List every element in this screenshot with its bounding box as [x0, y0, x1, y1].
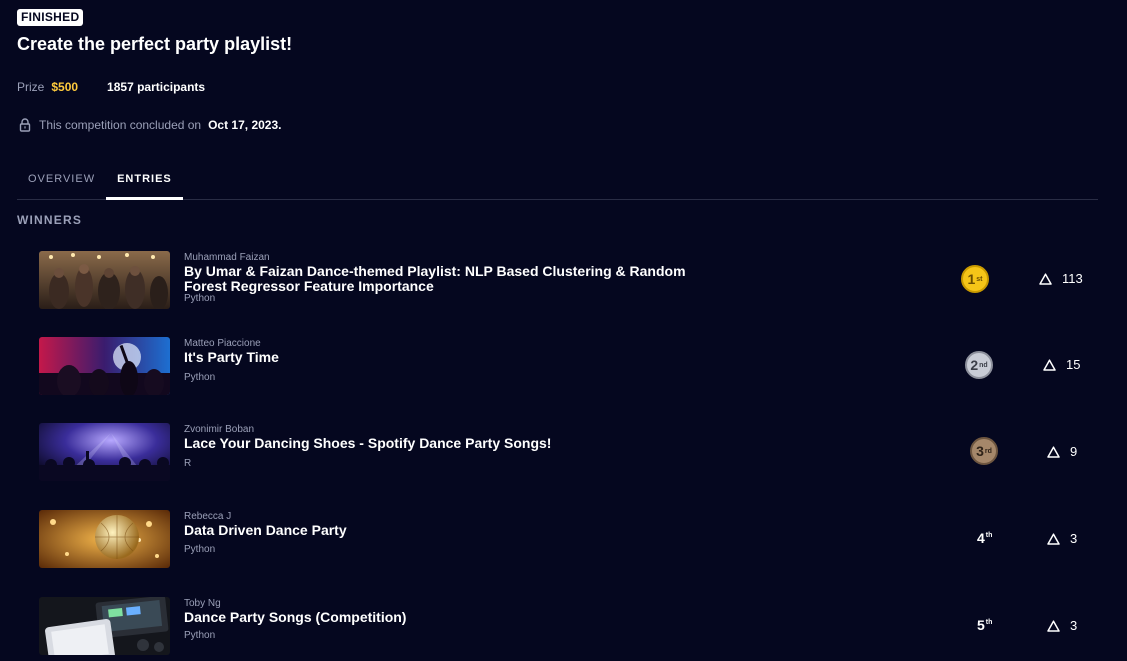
- vote-count: 15: [1043, 357, 1080, 372]
- place-number: 5: [977, 617, 985, 633]
- entry-title[interactable]: Lace Your Dancing Shoes - Spotify Dance …: [184, 436, 724, 451]
- entry-thumbnail[interactable]: [39, 510, 170, 568]
- place-suffix: st: [976, 275, 983, 283]
- entry-title[interactable]: Dance Party Songs (Competition): [184, 610, 724, 625]
- entry-thumbnail[interactable]: [39, 251, 170, 309]
- vote-number: 15: [1066, 357, 1081, 372]
- entry-language: R: [184, 458, 192, 469]
- vote-number: 3: [1070, 531, 1078, 546]
- entry-title[interactable]: Data Driven Dance Party: [184, 523, 724, 538]
- status-badge: FINISHED: [17, 9, 84, 26]
- bronze-medal: 3rd: [970, 437, 998, 465]
- entry-author[interactable]: Muhammad Faizan: [184, 252, 270, 263]
- place-rank: 4th: [977, 530, 992, 546]
- place-suffix: rd: [984, 447, 992, 455]
- lock-icon: [19, 118, 31, 132]
- gold-medal: 1st: [961, 265, 989, 293]
- vote-number: 9: [1070, 444, 1078, 459]
- vote-number: 3: [1070, 618, 1078, 633]
- vote-count: 9: [1047, 444, 1077, 459]
- silver-medal: 2nd: [965, 351, 993, 379]
- place-suffix: th: [985, 619, 993, 627]
- entry-author[interactable]: Zvonimir Boban: [184, 424, 254, 435]
- entry-thumbnail[interactable]: [39, 597, 170, 655]
- list-item[interactable]: Toby Ng Dance Party Songs (Competition) …: [39, 597, 1099, 655]
- concluded-text: This competition concluded on: [39, 118, 202, 132]
- concluded-notice: This competition concluded on Oct 17, 20…: [19, 118, 281, 132]
- upvote-icon[interactable]: [1047, 532, 1060, 545]
- upvote-icon[interactable]: [1039, 272, 1052, 285]
- entry-thumbnail[interactable]: [39, 423, 170, 481]
- tab-overview[interactable]: OVERVIEW: [17, 162, 106, 199]
- vote-number: 113: [1062, 271, 1083, 286]
- vote-count: 3: [1047, 531, 1077, 546]
- entry-author[interactable]: Toby Ng: [184, 598, 221, 609]
- tab-entries[interactable]: ENTRIES: [106, 162, 183, 200]
- entry-language: Python: [184, 293, 216, 304]
- entry-language: Python: [184, 544, 216, 555]
- page-title: Create the perfect party playlist!: [17, 34, 293, 54]
- place-rank: 5th: [977, 617, 992, 633]
- place-number: 3: [976, 443, 984, 459]
- prize-label: Prize: [17, 80, 45, 94]
- place-number: 2: [970, 357, 979, 373]
- place-suffix: nd: [979, 361, 988, 369]
- vote-count: 113: [1039, 271, 1083, 286]
- upvote-icon[interactable]: [1043, 358, 1056, 371]
- entry-language: Python: [184, 630, 216, 641]
- entry-title[interactable]: It's Party Time: [184, 350, 724, 365]
- upvote-icon[interactable]: [1047, 445, 1060, 458]
- participants-count: 1857 participants: [107, 80, 206, 94]
- prize-value: $500: [51, 80, 79, 94]
- winners-heading: WINNERS: [17, 213, 83, 227]
- list-item[interactable]: Rebecca J Data Driven Dance Party Python…: [39, 510, 1099, 568]
- entry-thumbnail[interactable]: [39, 337, 170, 395]
- entry-language: Python: [184, 372, 216, 383]
- entry-author[interactable]: Rebecca J: [184, 511, 231, 522]
- competition-meta: Prize $500 1857 participants: [17, 80, 205, 94]
- upvote-icon[interactable]: [1047, 619, 1060, 632]
- vote-count: 3: [1047, 618, 1077, 633]
- concluded-date: Oct 17, 2023.: [208, 118, 282, 132]
- entry-title[interactable]: By Umar & Faizan Dance-themed Playlist: …: [184, 264, 724, 294]
- place-number: 4: [977, 530, 985, 546]
- entry-author[interactable]: Matteo Piaccione: [184, 338, 261, 349]
- list-item[interactable]: Matteo Piaccione It's Party Time Python …: [39, 337, 1099, 395]
- list-item[interactable]: Muhammad Faizan By Umar & Faizan Dance-t…: [39, 251, 1099, 309]
- place-number: 1: [967, 271, 976, 287]
- list-item[interactable]: Zvonimir Boban Lace Your Dancing Shoes -…: [39, 423, 1099, 481]
- place-suffix: th: [985, 532, 993, 540]
- tab-bar: OVERVIEW ENTRIES: [17, 162, 1098, 200]
